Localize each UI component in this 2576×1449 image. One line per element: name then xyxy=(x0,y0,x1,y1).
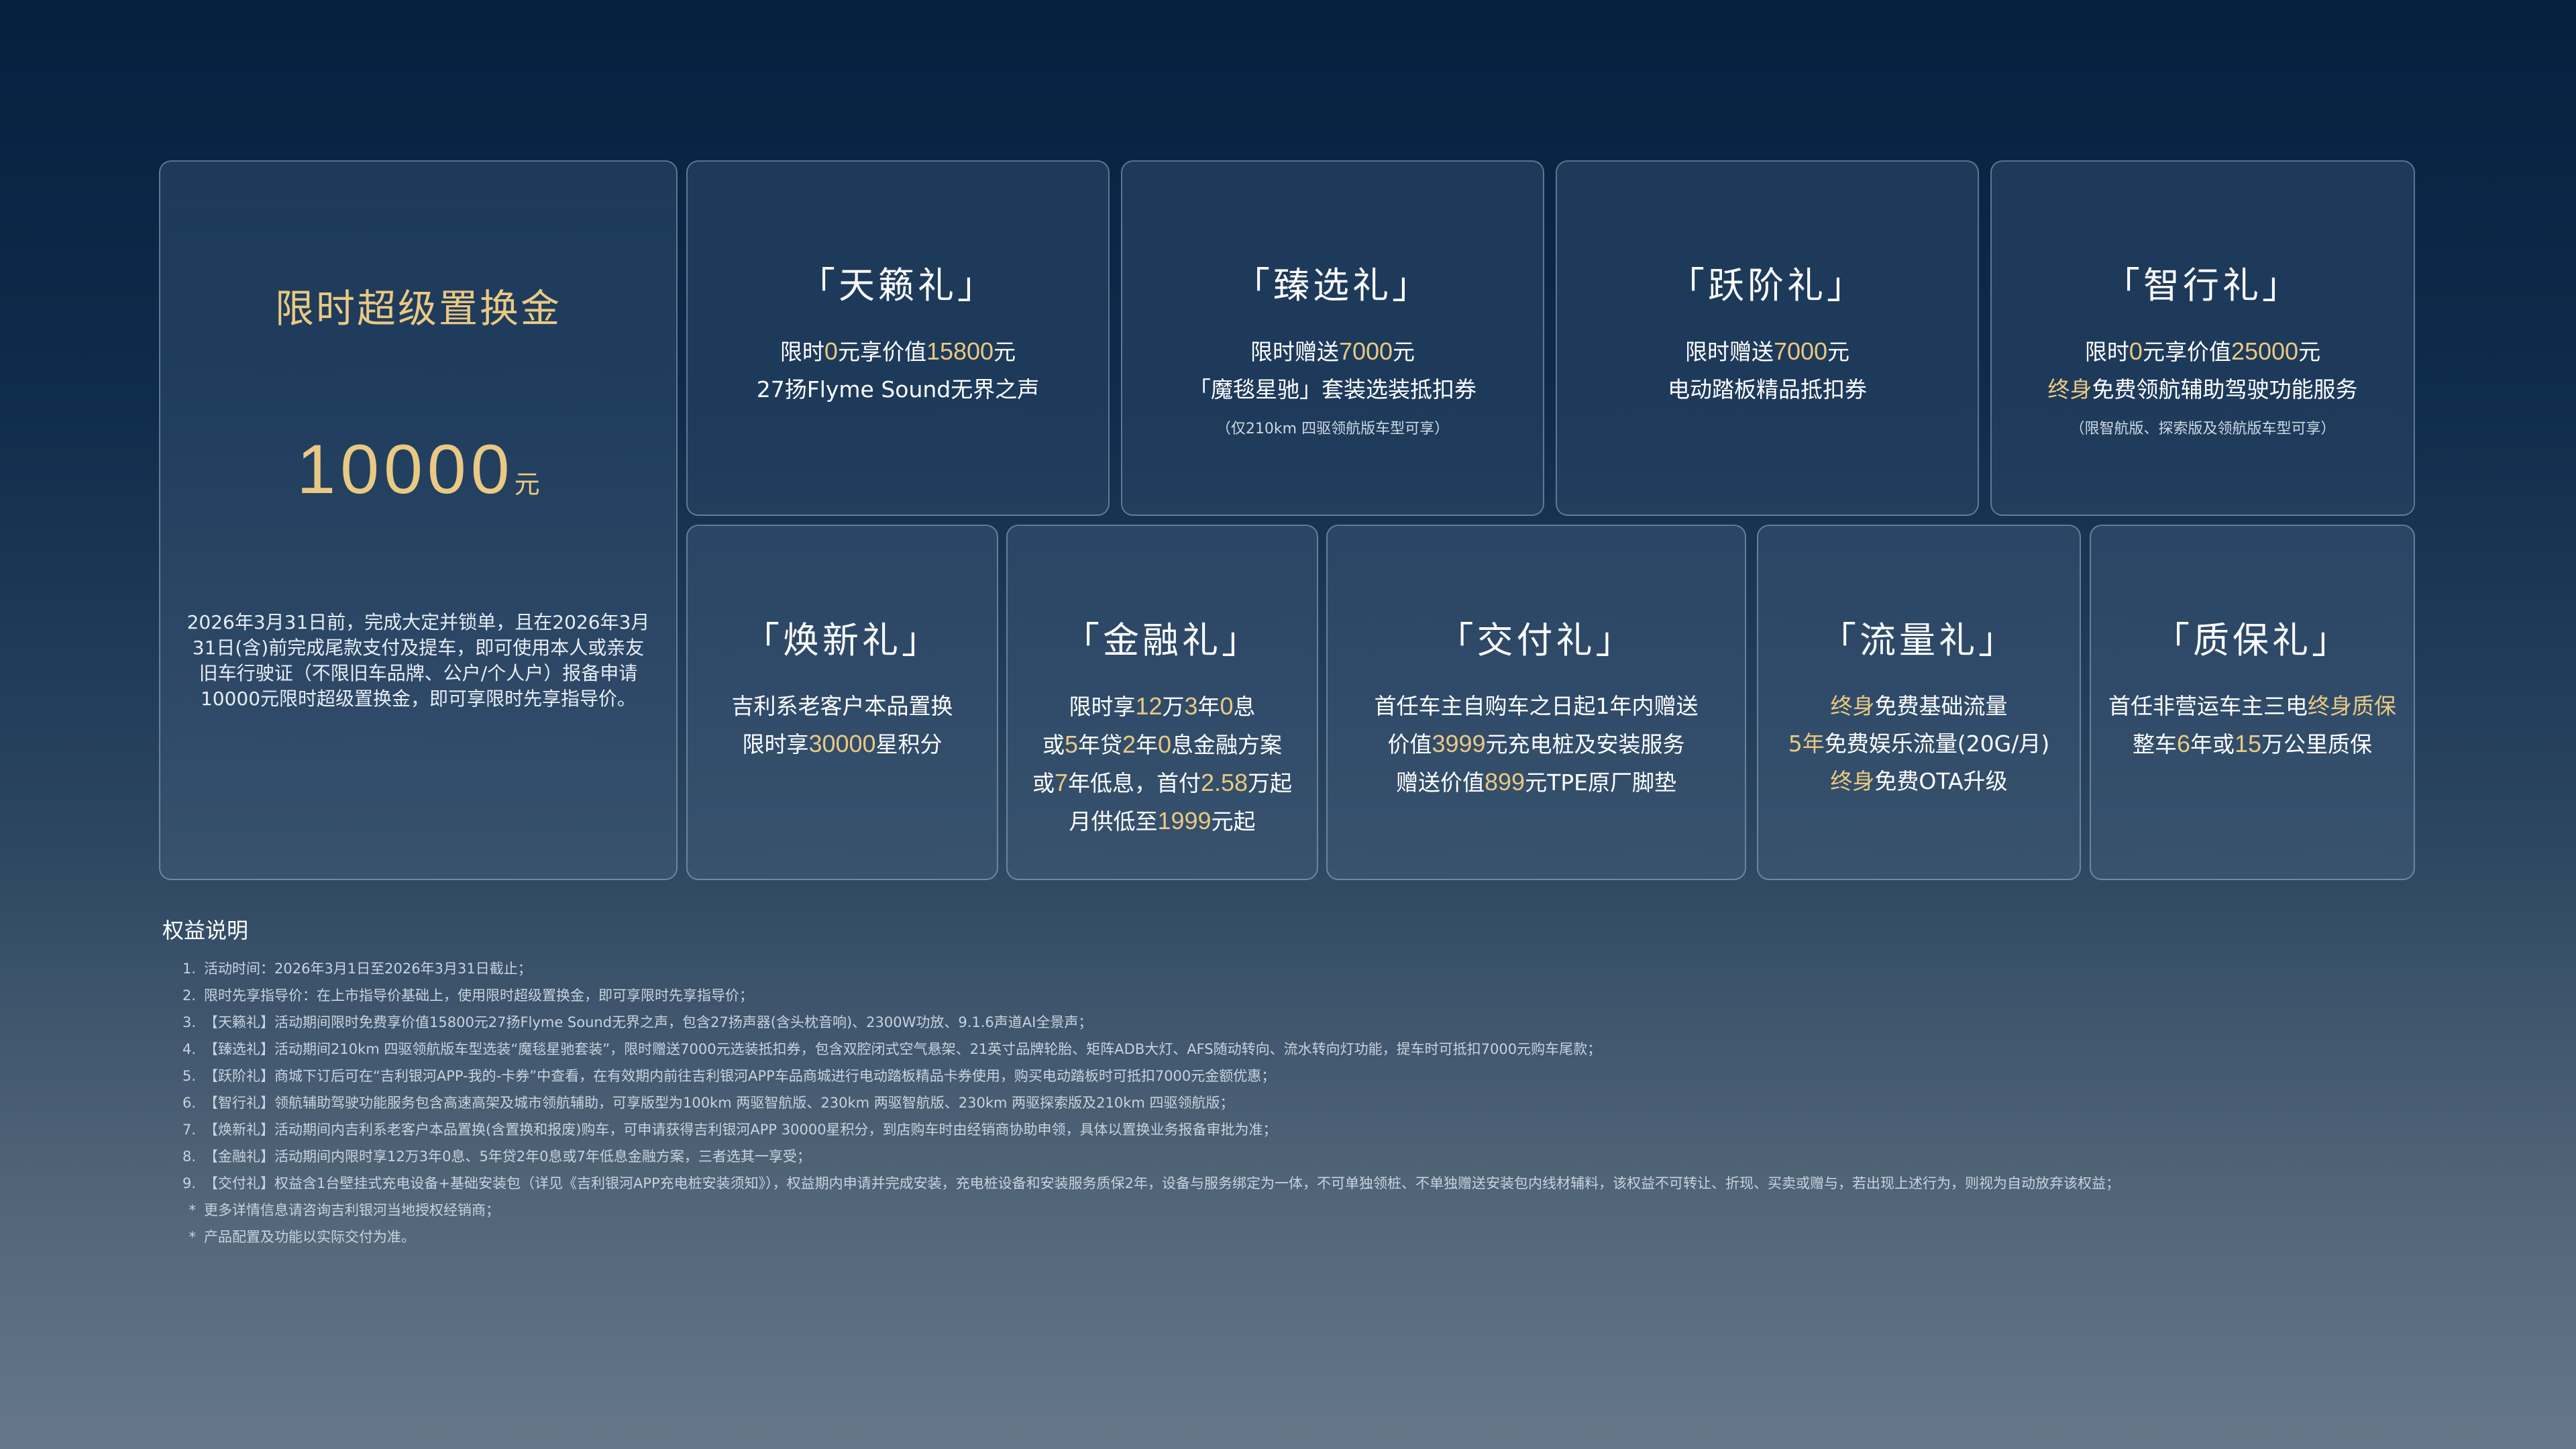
terms-item-text: 活动时间：2026年3月1日至2026年3月31日截止； xyxy=(204,961,532,977)
gift-title: 「质保礼」 xyxy=(2153,619,2351,661)
gift-title: 「智行礼」 xyxy=(2104,264,2302,307)
terms-item-index: 7. xyxy=(182,1122,196,1138)
gift-card-yuejie: 「跃阶礼」 限时赠送7000元 电动踏板精品抵扣券 xyxy=(1556,160,1979,516)
terms-item-index: 1. xyxy=(182,961,196,977)
terms-item-text: 【智行礼】领航辅助驾驶功能服务包含高速高架及城市领航辅助，可享版型为100km … xyxy=(204,1095,1234,1111)
terms-item-index: 6. xyxy=(182,1095,196,1111)
terms-item: * 产品配置及功能以实际交付为准。 xyxy=(162,1224,2443,1250)
gift-description: 限时0元享价值25000元 终身免费领航辅助驾驶功能服务 xyxy=(2047,337,2358,402)
gift-card-jiaofu: 「交付礼」 首任车主自购车之日起1年内赠送 价值3999元充电桩及安装服务 赠送… xyxy=(1326,525,1746,880)
gift-card-zhenxuan: 「臻选礼」 限时赠送7000元 「魔毯星驰」套装选装抵扣券 （仅210km 四驱… xyxy=(1121,160,1544,516)
hero-amount: 10000元 xyxy=(160,430,676,510)
terms-item-index: 2. xyxy=(182,987,196,1004)
gift-description: 限时赠送7000元 电动踏板精品抵扣券 xyxy=(1668,337,1867,402)
terms-item: 7. 【焕新礼】活动期间内吉利系老客户本品置换(含置换和报废)购车，可申请获得吉利… xyxy=(162,1116,2443,1143)
gift-card-huanxin: 「焕新礼」 吉利系老客户本品置换 限时享30000星积分 xyxy=(686,525,998,880)
gift-title: 「天籁礼」 xyxy=(799,264,997,307)
gift-title: 「焕新礼」 xyxy=(743,619,941,661)
gift-card-zhixing: 「智行礼」 限时0元享价值25000元 终身免费领航辅助驾驶功能服务 （限智航版… xyxy=(1990,160,2415,516)
hero-amount-value: 10000 xyxy=(297,431,515,508)
gift-description: 首任车主自购车之日起1年内赠送 价值3999元充电桩及安装服务 赠送价值899元… xyxy=(1374,693,1699,796)
terms-item-index: * xyxy=(189,1229,197,1245)
gift-description: 终身免费基础流量 5年免费娱乐流量(20G/月) 终身免费OTA升级 xyxy=(1788,693,2050,794)
terms-item-text: 限时先享指导价：在上市指导价基础上，使用限时超级置换金，即可享限时先享指导价； xyxy=(204,987,753,1004)
terms-list: 1. 活动时间：2026年3月1日至2026年3月31日截止； 2. 限时先享指导价：… xyxy=(162,955,2443,1250)
gift-description: 吉利系老客户本品置换 限时享30000星积分 xyxy=(731,693,953,757)
terms-item-index: 5. xyxy=(182,1068,196,1084)
terms-item-text: 【天籁礼】活动期间限时免费享价值15800元27扬Flyme Sound无界之声… xyxy=(204,1014,1093,1030)
terms-item-text: 【交付礼】权益含1台壁挂式充电设备+基础安装包（详见《吉利银河APP充电桩安装须… xyxy=(204,1175,2120,1191)
hero-card: 限时超级置换金 10000元 2026年3月31日前，完成大定并锁单，且在202… xyxy=(159,160,678,880)
gift-title: 「金融礼」 xyxy=(1063,619,1261,661)
gift-title: 「流量礼」 xyxy=(1820,619,2018,661)
terms-item-index: 9. xyxy=(182,1175,196,1191)
gift-card-liuliang: 「流量礼」 终身免费基础流量 5年免费娱乐流量(20G/月) 终身免费OTA升级 xyxy=(1757,525,2081,880)
hero-title: 限时超级置换金 xyxy=(274,286,561,331)
gift-note: （限智航版、探索版及领航版车型可享） xyxy=(2070,421,2336,437)
terms-item: 9. 【交付礼】权益含1台壁挂式充电设备+基础安装包（详见《吉利银河APP充电桩安… xyxy=(162,1170,2443,1197)
terms-item-text: 【臻选礼】活动期间210km 四驱领航版车型选装“魔毯星驰套装”，限时赠送700… xyxy=(204,1041,1602,1057)
gift-title: 「交付礼」 xyxy=(1437,619,1635,661)
terms-item: 8. 【金融礼】活动期间内限时享12万3年0息、5年贷2年0息或7年低息金融方案，… xyxy=(162,1143,2443,1170)
gift-note: （仅210km 四驱领航版车型可享） xyxy=(1216,421,1450,437)
gift-card-zhibao: 「质保礼」 首任非营运车主三电终身质保 整车6年或15万公里质保 xyxy=(2090,525,2415,880)
terms-item-index: 4. xyxy=(182,1041,196,1057)
terms-item: * 更多详情信息请咨询吉利银河当地授权经销商； xyxy=(162,1197,2443,1224)
terms-item: 5. 【跃阶礼】商城下订后可在“吉利银河APP-我的-卡券”中查看，在有效期内前往… xyxy=(162,1063,2443,1089)
terms-item-text: 产品配置及功能以实际交付为准。 xyxy=(204,1229,415,1245)
terms-item: 1. 活动时间：2026年3月1日至2026年3月31日截止； xyxy=(162,955,2443,982)
terms-item-text: 【焕新礼】活动期间内吉利系老客户本品置换(含置换和报废)购车，可申请获得吉利银河… xyxy=(204,1122,1277,1138)
terms-title: 权益说明 xyxy=(162,918,249,943)
terms-item-text: 更多详情信息请咨询吉利银河当地授权经销商； xyxy=(204,1202,500,1218)
hero-amount-unit: 元 xyxy=(514,470,540,499)
gift-title: 「臻选礼」 xyxy=(1234,264,1432,307)
terms-item: 4. 【臻选礼】活动期间210km 四驱领航版车型选装“魔毯星驰套装”，限时赠送7… xyxy=(162,1036,2443,1063)
terms-item: 3. 【天籁礼】活动期间限时免费享价值15800元27扬Flyme Sound无界… xyxy=(162,1009,2443,1036)
terms-item-index: 8. xyxy=(182,1148,196,1165)
gift-card-tianlai: 「天籁礼」 限时0元享价值15800元 27扬Flyme Sound无界之声 xyxy=(686,160,1110,516)
terms-item-text: 【跃阶礼】商城下订后可在“吉利银河APP-我的-卡券”中查看，在有效期内前往吉利… xyxy=(204,1068,1276,1084)
gift-description: 限时0元享价值15800元 27扬Flyme Sound无界之声 xyxy=(756,337,1040,402)
gift-description: 限时赠送7000元 「魔毯星驰」套装选装抵扣券 xyxy=(1189,337,1477,402)
terms-item: 2. 限时先享指导价：在上市指导价基础上，使用限时超级置换金，即可享限时先享指导价… xyxy=(162,982,2443,1009)
gift-card-jinrong: 「金融礼」 限时享12万3年0息 或5年贷2年0息金融方案 或7年低息，首付2.… xyxy=(1006,525,1318,880)
terms-item-text: 【金融礼】活动期间内限时享12万3年0息、5年贷2年0息或7年低息金融方案，三者… xyxy=(204,1148,811,1165)
terms-item-index: 3. xyxy=(182,1014,196,1030)
gift-title: 「跃阶礼」 xyxy=(1668,264,1866,307)
terms-section: 权益说明 1. 活动时间：2026年3月1日至2026年3月31日截止； 2. 限时先… xyxy=(162,914,2443,1250)
gift-description: 限时享12万3年0息 或5年贷2年0息金融方案 或7年低息，首付2.58万起 月… xyxy=(1032,692,1293,835)
terms-item-index: * xyxy=(189,1202,197,1218)
hero-description: 2026年3月31日前，完成大定并锁单，且在2026年3月31日(含)前完成尾款… xyxy=(186,611,650,710)
terms-item: 6. 【智行礼】领航辅助驾驶功能服务包含高速高架及城市领航辅助，可享版型为100k… xyxy=(162,1089,2443,1116)
gift-description: 首任非营运车主三电终身质保 整车6年或15万公里质保 xyxy=(2108,693,2396,757)
